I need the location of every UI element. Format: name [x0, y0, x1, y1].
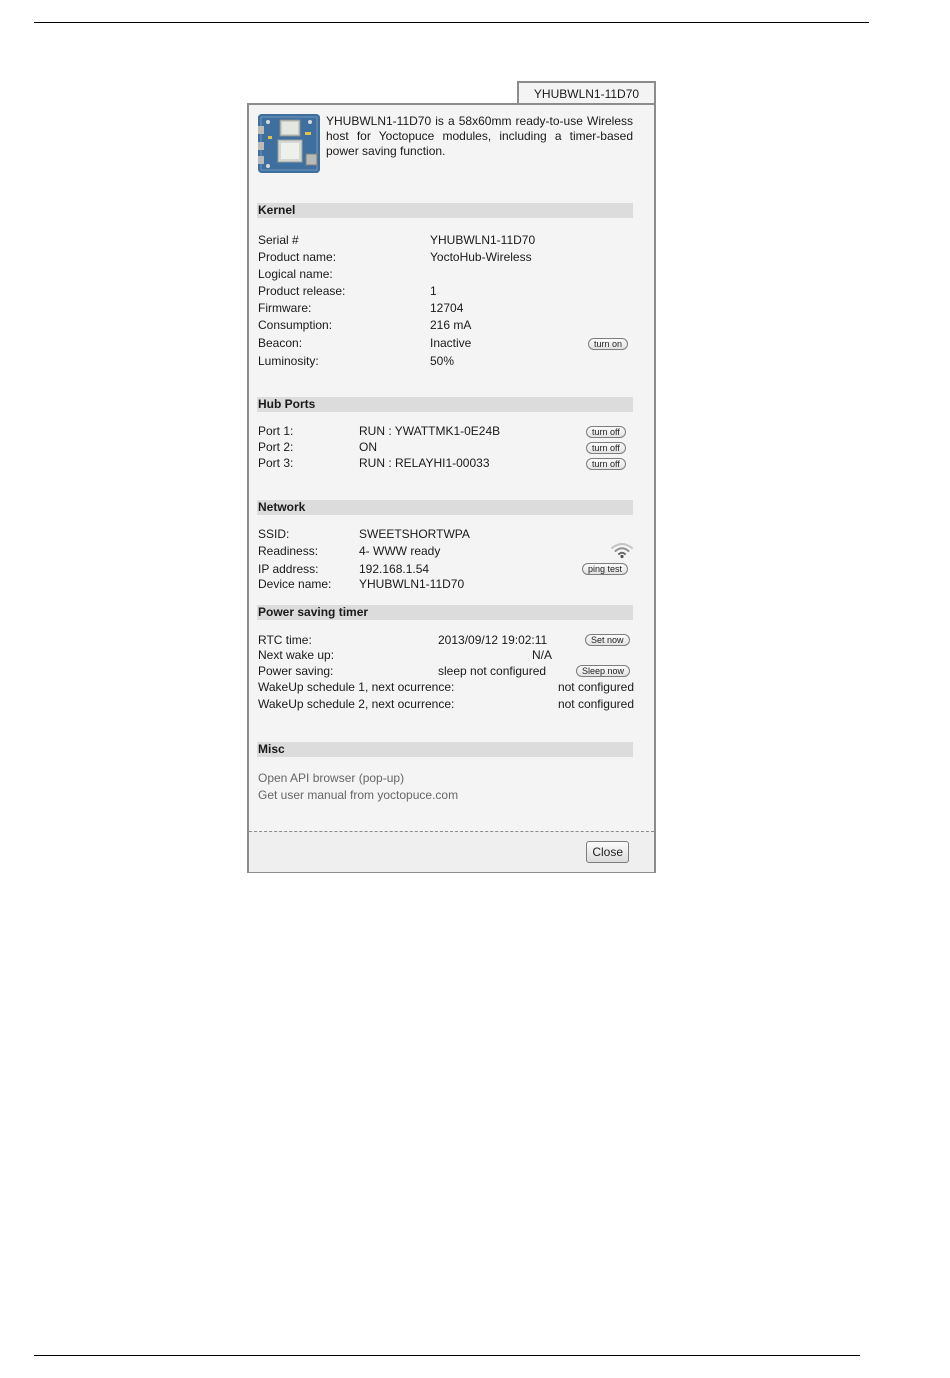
network-label: Readiness: — [258, 544, 319, 558]
power-label: WakeUp schedule 1, next ocurrence: — [258, 680, 455, 694]
port-label: Port 1: — [258, 424, 294, 438]
wifi-signal-icon — [610, 541, 634, 559]
kernel-value: 1 — [430, 284, 437, 298]
kernel-row-consumption: Consumption: 216 mA — [258, 317, 634, 333]
port-label: Port 2: — [258, 440, 294, 454]
kernel-row-luminosity: Luminosity: 50% — [258, 353, 634, 369]
kernel-value: 216 mA — [430, 318, 472, 332]
kernel-label: Logical name: — [258, 267, 333, 281]
schedule-2-value: not configured — [557, 697, 634, 711]
port-1-turn-off-button[interactable]: turn off — [586, 426, 626, 438]
power-row-next-wake-up: Next wake up: N/A — [258, 647, 634, 663]
window-tab-title: YHUBWLN1-11D70 — [517, 81, 656, 105]
device-photo — [258, 114, 320, 173]
power-row-schedule-2: WakeUp schedule 2, next ocurrence: not c… — [258, 696, 634, 712]
page-top-rule — [34, 22, 869, 23]
network-value: SWEETSHORTWPA — [359, 527, 470, 541]
next-wake-up-value: N/A — [532, 648, 553, 662]
open-api-browser-link[interactable]: Open API browser (pop-up) — [258, 771, 404, 786]
network-row-device-name: Device name: YHUBWLN1-11D70 — [258, 576, 634, 592]
set-now-button[interactable]: Set now — [585, 634, 630, 646]
network-section-heading: Network — [257, 500, 633, 515]
sleep-now-button[interactable]: Sleep now — [576, 665, 631, 677]
misc-section-heading: Misc — [257, 742, 633, 757]
kernel-row-logical-name: Logical name: — [258, 266, 634, 282]
device-description: YHUBWLN1-11D70 is a 58x60mm ready-to-use… — [326, 114, 633, 158]
power-row-rtc-time: RTC time: 2013/09/12 19:02:11 — [258, 632, 634, 648]
power-label: Next wake up: — [258, 648, 335, 662]
network-label: SSID: — [258, 527, 290, 541]
port-status: RUN : YWATTMK1-0E24B — [359, 424, 501, 438]
kernel-row-beacon: Beacon: Inactive — [258, 335, 634, 351]
user-manual-link[interactable]: Get user manual from yoctopuce.com — [258, 788, 458, 803]
kernel-label: Product name: — [258, 250, 337, 264]
kernel-label: Product release: — [258, 284, 346, 298]
port-label: Port 3: — [258, 456, 294, 470]
kernel-label: Beacon: — [258, 336, 303, 350]
device-properties-window: YHUBWLN1-11D70 is a 58x60mm ready-to-use… — [247, 103, 656, 873]
network-row-ssid: SSID: SWEETSHORTWPA — [258, 526, 634, 542]
hub-port-row-3: Port 3: RUN : RELAYHI1-00033 — [258, 455, 634, 471]
kernel-row-product-name: Product name: YoctoHub-Wireless — [258, 249, 634, 265]
port-2-turn-off-button[interactable]: turn off — [586, 442, 626, 454]
power-label: Power saving: — [258, 664, 334, 678]
kernel-section-heading: Kernel — [257, 203, 633, 218]
kernel-value: YoctoHub-Wireless — [430, 250, 532, 264]
window-footer: Close — [249, 831, 654, 872]
window-content: YHUBWLN1-11D70 is a 58x60mm ready-to-use… — [249, 105, 654, 831]
kernel-label: Serial # — [258, 233, 299, 247]
kernel-label: Luminosity: — [258, 354, 319, 368]
network-value: YHUBWLN1-11D70 — [359, 577, 465, 591]
kernel-label: Consumption: — [258, 318, 333, 332]
rtc-time-value: 2013/09/12 19:02:11 — [438, 633, 548, 647]
close-button[interactable]: Close — [586, 841, 629, 863]
schedule-1-value: not configured — [557, 680, 634, 694]
kernel-value: 50% — [430, 354, 455, 368]
ping-test-button[interactable]: ping test — [582, 563, 629, 575]
port-status: ON — [359, 440, 377, 454]
network-value: 4- WWW ready — [359, 544, 441, 558]
kernel-row-serial: Serial # YHUBWLN1-11D70 — [258, 232, 634, 248]
power-label: WakeUp schedule 2, next ocurrence: — [258, 697, 455, 711]
kernel-label: Firmware: — [258, 301, 312, 315]
network-row-ip-address: IP address: 192.168.1.54 — [258, 561, 634, 577]
kernel-value: 12704 — [430, 301, 464, 315]
hub-port-row-1: Port 1: RUN : YWATTMK1-0E24B — [258, 423, 634, 439]
hub-ports-section-heading: Hub Ports — [257, 397, 633, 412]
kernel-value: YHUBWLN1-11D70 — [430, 233, 536, 247]
kernel-row-product-release: Product release: 1 — [258, 283, 634, 299]
power-label: RTC time: — [258, 633, 312, 647]
kernel-row-firmware: Firmware: 12704 — [258, 300, 634, 316]
network-label: Device name: — [258, 577, 332, 591]
power-saving-section-heading: Power saving timer — [257, 605, 633, 620]
page-bottom-rule — [34, 1355, 860, 1356]
beacon-status: Inactive — [430, 336, 472, 350]
network-value: 192.168.1.54 — [359, 562, 430, 576]
beacon-turn-on-button[interactable]: turn on — [588, 338, 629, 350]
power-row-schedule-1: WakeUp schedule 1, next ocurrence: not c… — [258, 679, 634, 695]
network-row-readiness: Readiness: 4- WWW ready — [258, 543, 634, 559]
port-status: RUN : RELAYHI1-00033 — [359, 456, 490, 470]
power-saving-value: sleep not configured — [438, 664, 547, 678]
hub-port-row-2: Port 2: ON — [258, 439, 634, 455]
network-label: IP address: — [258, 562, 319, 576]
port-3-turn-off-button[interactable]: turn off — [586, 458, 626, 470]
